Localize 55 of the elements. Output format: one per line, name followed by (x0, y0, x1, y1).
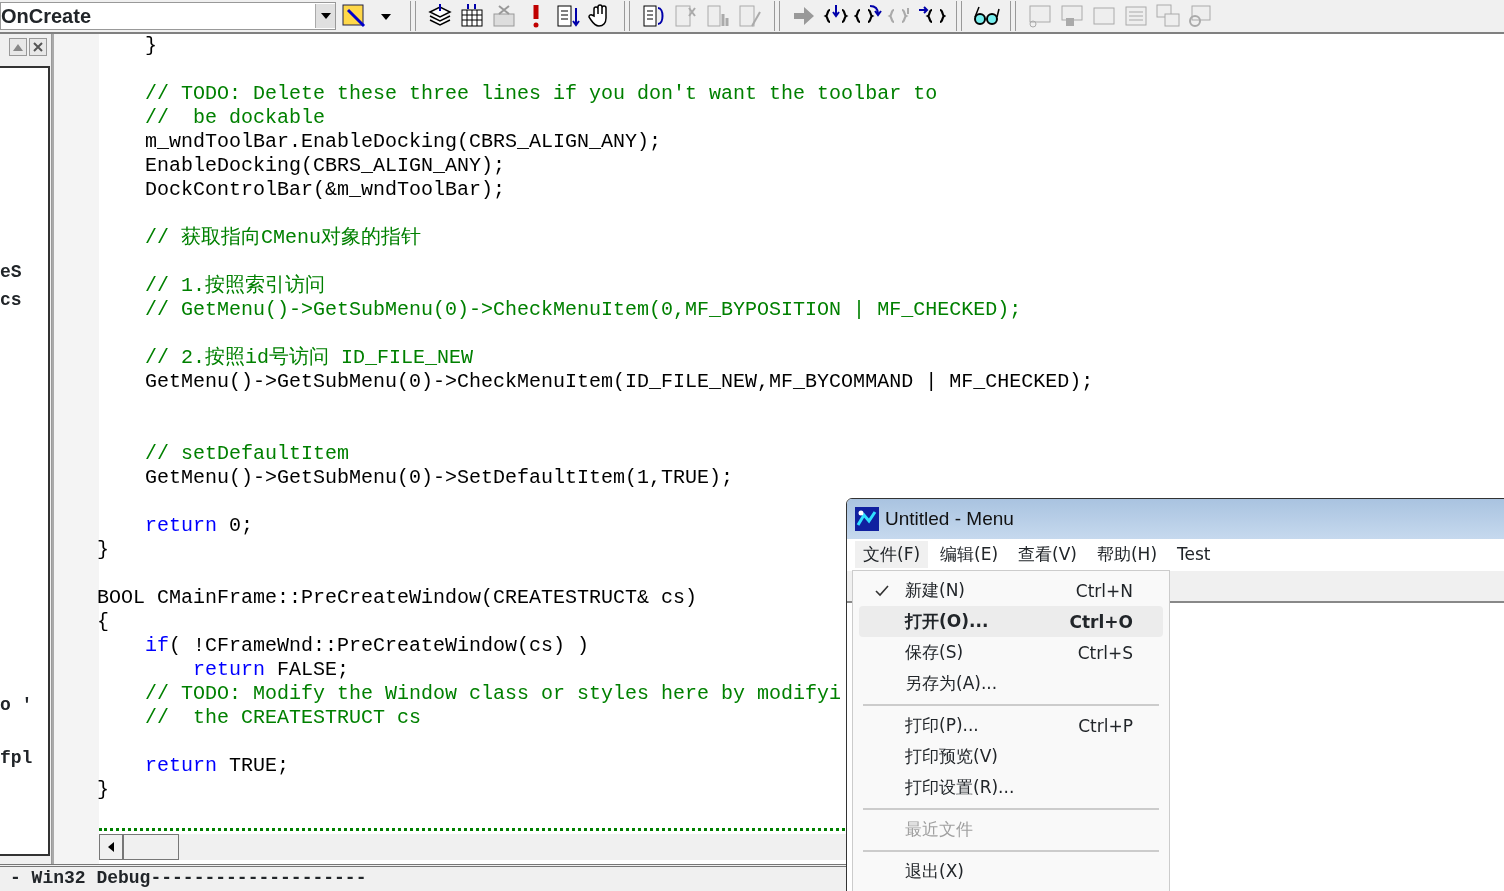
list-arrow-icon[interactable] (554, 2, 582, 30)
text-fragment: cs (0, 290, 22, 310)
menu-item[interactable]: Test (1169, 542, 1219, 566)
code-keyword: return (192, 658, 266, 681)
menu-item[interactable]: 打印设置(R)... (859, 772, 1163, 803)
maximize-icon[interactable] (9, 38, 27, 56)
text-fragment: fpl (0, 748, 33, 768)
code-text: { (97, 610, 109, 633)
code-comment: // 获取指向CMenu对象的指针 (144, 226, 422, 249)
code-keyword: return (144, 514, 218, 537)
code-text: GetMenu()->GetSubMenu(0)->SetDefaultItem(1,TRUE); (144, 466, 734, 489)
code-comment: // GetMenu()->GetSubMenu(0)->CheckMenuItem(0,MF_BYPOSITION | MF_CHECKED); (144, 298, 1022, 321)
code-text: m_wndToolBar.EnableDocking(CBRS_ALIGN_ANY); (144, 130, 662, 153)
code-text: BOOL CMainFrame::PreCreateWindow(CREATESTRUCT& cs) (97, 586, 698, 609)
menu-item[interactable]: 新建(N) Ctrl+N (859, 575, 1163, 606)
menu-item[interactable]: 打开(O)... Ctrl+O (859, 606, 1163, 637)
text-fragment: eS (0, 262, 22, 282)
code-keyword: return (144, 754, 218, 777)
code-text: ( !CFrameWnd::PreCreateWindow(cs) ) (169, 634, 590, 657)
menu-item[interactable]: 查看(V) (1010, 540, 1085, 568)
window-title: Untitled - Menu (885, 508, 1014, 530)
code-text: GetMenu()->GetSubMenu(0)->CheckMenuItem(ID_FILE_NEW,MF_BYCOMMAND | MF_CHECKED); (144, 370, 1094, 393)
function-combo[interactable]: OnCreate (0, 2, 336, 30)
close-icon[interactable] (29, 38, 47, 56)
menu-item[interactable]: 另存为(A)... (859, 668, 1163, 699)
code-text: EnableDocking(CBRS_ALIGN_ANY); (144, 154, 506, 177)
code-comment: // TODO: Delete these three lines if you don't want the toolbar to (144, 82, 938, 105)
code-keyword: if (144, 634, 169, 657)
code-text: } (97, 778, 109, 801)
menu-item[interactable]: 帮助(H) (1088, 540, 1166, 568)
output-text: - Win32 Debug-------------------- (10, 868, 367, 888)
code-comment: // the CREATESTRUCT cs (144, 706, 422, 729)
menu-item[interactable]: 退出(X) (859, 856, 1163, 887)
code-text: 0; (228, 514, 254, 537)
text-fragment: o ' (0, 695, 33, 715)
menu-item[interactable]: 文件(F) (855, 540, 929, 568)
menu-item[interactable]: 编辑(E) (932, 540, 1007, 568)
app-icon (855, 507, 879, 531)
code-comment: // setDefaultItem (144, 442, 350, 465)
combo-value: OnCreate (1, 4, 92, 28)
code-comment: // 2.按照id号访问 ID_FILE_NEW (144, 346, 474, 369)
code-comment: // be dockable (144, 106, 326, 129)
menu-item[interactable]: 打印(P)... Ctrl+P (859, 710, 1163, 741)
code-text: } (97, 538, 109, 561)
code-comment: // 1.按照索引访问 (144, 274, 326, 297)
menu-item[interactable]: 打印预览(V) (859, 741, 1163, 772)
scroll-thumb[interactable] (123, 834, 179, 860)
code-text: } (144, 34, 157, 57)
code-text: TRUE; (228, 754, 290, 777)
arrow-left-icon (108, 842, 114, 852)
code-text: DockControlBar(&m_wndToolBar); (144, 178, 506, 201)
menu-item[interactable]: 保存(S) Ctrl+S (859, 637, 1163, 668)
code-comment: // TODO: Modify the Window class or styles here by modifyi (144, 682, 842, 705)
scroll-left-button[interactable] (99, 834, 123, 860)
code-text: FALSE; (276, 658, 350, 681)
